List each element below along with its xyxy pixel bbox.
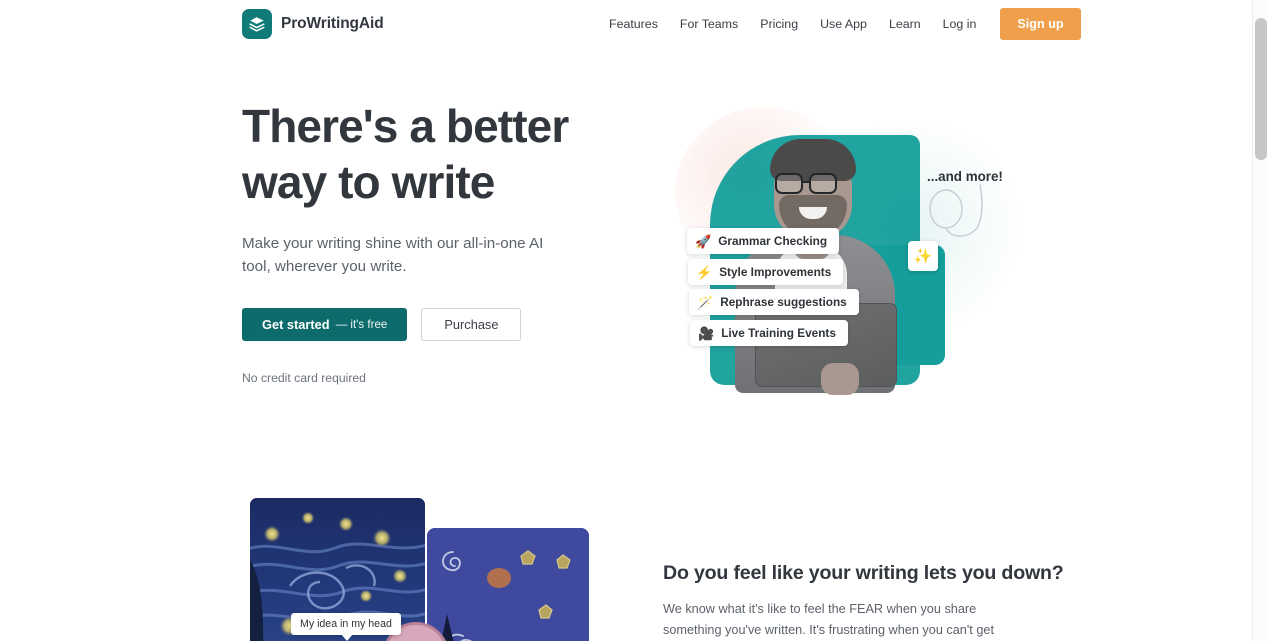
sketch-drawing (427, 528, 589, 641)
brand-logo-link[interactable]: ProWritingAid (242, 9, 384, 39)
hero-title: There's a better way to write (242, 100, 569, 208)
feature-pill-grammar-checking: 🚀 Grammar Checking (687, 228, 840, 254)
lower-section-title: Do you feel like your writing lets you d… (663, 562, 1064, 584)
lightning-icon: ⚡ (696, 264, 713, 280)
person-hand (821, 363, 859, 395)
get-started-suffix: — it's free (335, 318, 388, 331)
feature-pill-live-training-events: 🎥 Live Training Events (690, 320, 848, 346)
page-root: ProWritingAid Features For Teams Pricing… (0, 0, 1268, 641)
nav-item-for-teams[interactable]: For Teams (669, 11, 749, 37)
sparkle-badge: ✨ (908, 241, 938, 271)
nav-item-features[interactable]: Features (598, 11, 669, 37)
feature-pill-rephrase-suggestions: 🪄 Rephrase suggestions (689, 289, 859, 315)
idea-tooltip: My idea in my head (291, 613, 401, 641)
feature-label-live-training-events: Live Training Events (721, 326, 836, 340)
browser-viewport: ProWritingAid Features For Teams Pricing… (0, 0, 1252, 641)
rocket-icon: 🚀 (695, 233, 712, 249)
glasses-bridge (803, 181, 809, 184)
feature-pill-style-improvements: ⚡ Style Improvements (688, 259, 844, 285)
purchase-button[interactable]: Purchase (421, 308, 522, 341)
nav-item-learn[interactable]: Learn (878, 11, 932, 37)
stacked-pages-check-icon (242, 9, 272, 39)
brand-name: ProWritingAid (281, 15, 384, 32)
hero-cta-group: Get started — it's free Purchase (242, 308, 642, 341)
main-navigation: Features For Teams Pricing Use App Learn… (598, 0, 1081, 48)
hero-content: There's a better way to write Make your … (242, 98, 642, 385)
sparkle-icon: ✨ (913, 248, 933, 265)
site-header: ProWritingAid Features For Teams Pricing… (0, 0, 1252, 48)
video-camera-icon: 🎥 (698, 325, 715, 341)
and-more-annotation: ...and more! (927, 169, 1003, 184)
page-scrollbar[interactable] (1252, 0, 1268, 641)
hero-subtitle: Make your writing shine with our all-in-… (242, 235, 544, 275)
nav-item-pricing[interactable]: Pricing (749, 11, 809, 37)
childlike-sketch-image (427, 528, 589, 641)
lower-section-body: We know what it's like to feel the FEAR … (663, 602, 994, 637)
glasses-right-lens-icon (809, 173, 837, 194)
feature-label-grammar-checking: Grammar Checking (718, 234, 828, 248)
get-started-label: Get started (262, 317, 330, 332)
nav-item-log-in[interactable]: Log in (932, 11, 988, 37)
sign-up-button[interactable]: Sign up (1000, 8, 1081, 40)
hero-illustration: 🚀 Grammar Checking ⚡ Style Improvements … (655, 95, 1055, 395)
scrollbar-thumb[interactable] (1255, 18, 1267, 160)
glasses-left-lens-icon (775, 173, 803, 194)
magic-wand-icon: 🪄 (697, 294, 714, 310)
nav-item-use-app[interactable]: Use App (809, 11, 878, 37)
feature-label-rephrase-suggestions: Rephrase suggestions (720, 295, 847, 309)
no-credit-card-note: No credit card required (242, 371, 366, 385)
get-started-button[interactable]: Get started — it's free (242, 308, 408, 341)
feature-label-style-improvements: Style Improvements (719, 265, 832, 279)
lower-section-content: Do you feel like your writing lets you d… (663, 562, 1064, 641)
